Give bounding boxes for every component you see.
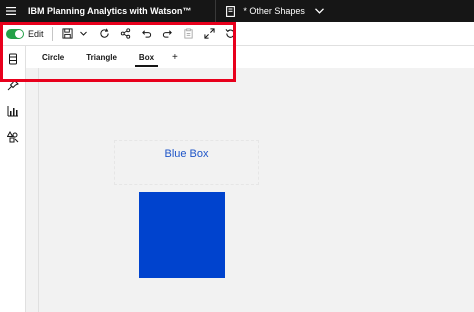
sidebar-item-shapes[interactable] [0, 124, 26, 150]
book-icon [223, 5, 237, 17]
undo-button[interactable] [136, 23, 157, 45]
clipboard-icon [183, 28, 193, 39]
text-widget-frame[interactable] [114, 140, 259, 185]
share-icon [120, 28, 130, 39]
left-sidebar [0, 46, 26, 312]
expand-button[interactable] [199, 23, 220, 45]
redo-button[interactable] [157, 23, 178, 45]
tab-circle[interactable]: Circle [34, 46, 72, 68]
bar-chart-icon [7, 106, 18, 117]
add-tab-button[interactable]: + [162, 46, 188, 68]
tab-bar: Circle Triangle Box + [26, 46, 474, 68]
database-icon [9, 53, 17, 65]
reset-button[interactable] [220, 23, 241, 45]
reset-icon [225, 29, 235, 38]
box-label[interactable]: Blue Box [114, 148, 259, 160]
sidebar-item-content[interactable] [0, 46, 26, 72]
app-title: IBM Planning Analytics with Watson™ [28, 6, 192, 16]
top-bar: IBM Planning Analytics with Watson™ * Ot… [0, 0, 474, 22]
refresh-icon [99, 28, 109, 38]
sidebar-item-pin[interactable] [0, 72, 26, 98]
tab-box[interactable]: Box [131, 46, 162, 68]
chevron-down-icon[interactable] [314, 8, 324, 14]
clipboard-button[interactable] [178, 23, 199, 45]
expand-icon [203, 28, 215, 39]
book-name[interactable]: * Other Shapes [243, 6, 305, 16]
canvas-workspace [26, 68, 474, 312]
edit-label: Edit [28, 28, 44, 39]
shapes-icon [7, 131, 19, 143]
toolbar: Edit [0, 22, 474, 46]
hamburger-menu-icon[interactable] [0, 0, 22, 22]
sidebar-item-visualizations[interactable] [0, 98, 26, 124]
save-options-button[interactable] [78, 23, 90, 45]
share-button[interactable] [115, 23, 136, 45]
redo-icon [162, 30, 172, 38]
save-icon [61, 28, 73, 39]
undo-icon [141, 30, 151, 38]
toolbar-divider [51, 26, 53, 41]
blue-box-shape[interactable] [139, 192, 225, 278]
save-button[interactable] [57, 23, 78, 45]
header-divider [215, 0, 217, 22]
chevron-down-icon [80, 31, 87, 36]
workspace-divider [38, 68, 39, 312]
refresh-button[interactable] [94, 23, 115, 45]
pin-icon [7, 79, 19, 91]
edit-toggle[interactable] [6, 28, 24, 39]
tab-triangle[interactable]: Triangle [78, 46, 125, 68]
